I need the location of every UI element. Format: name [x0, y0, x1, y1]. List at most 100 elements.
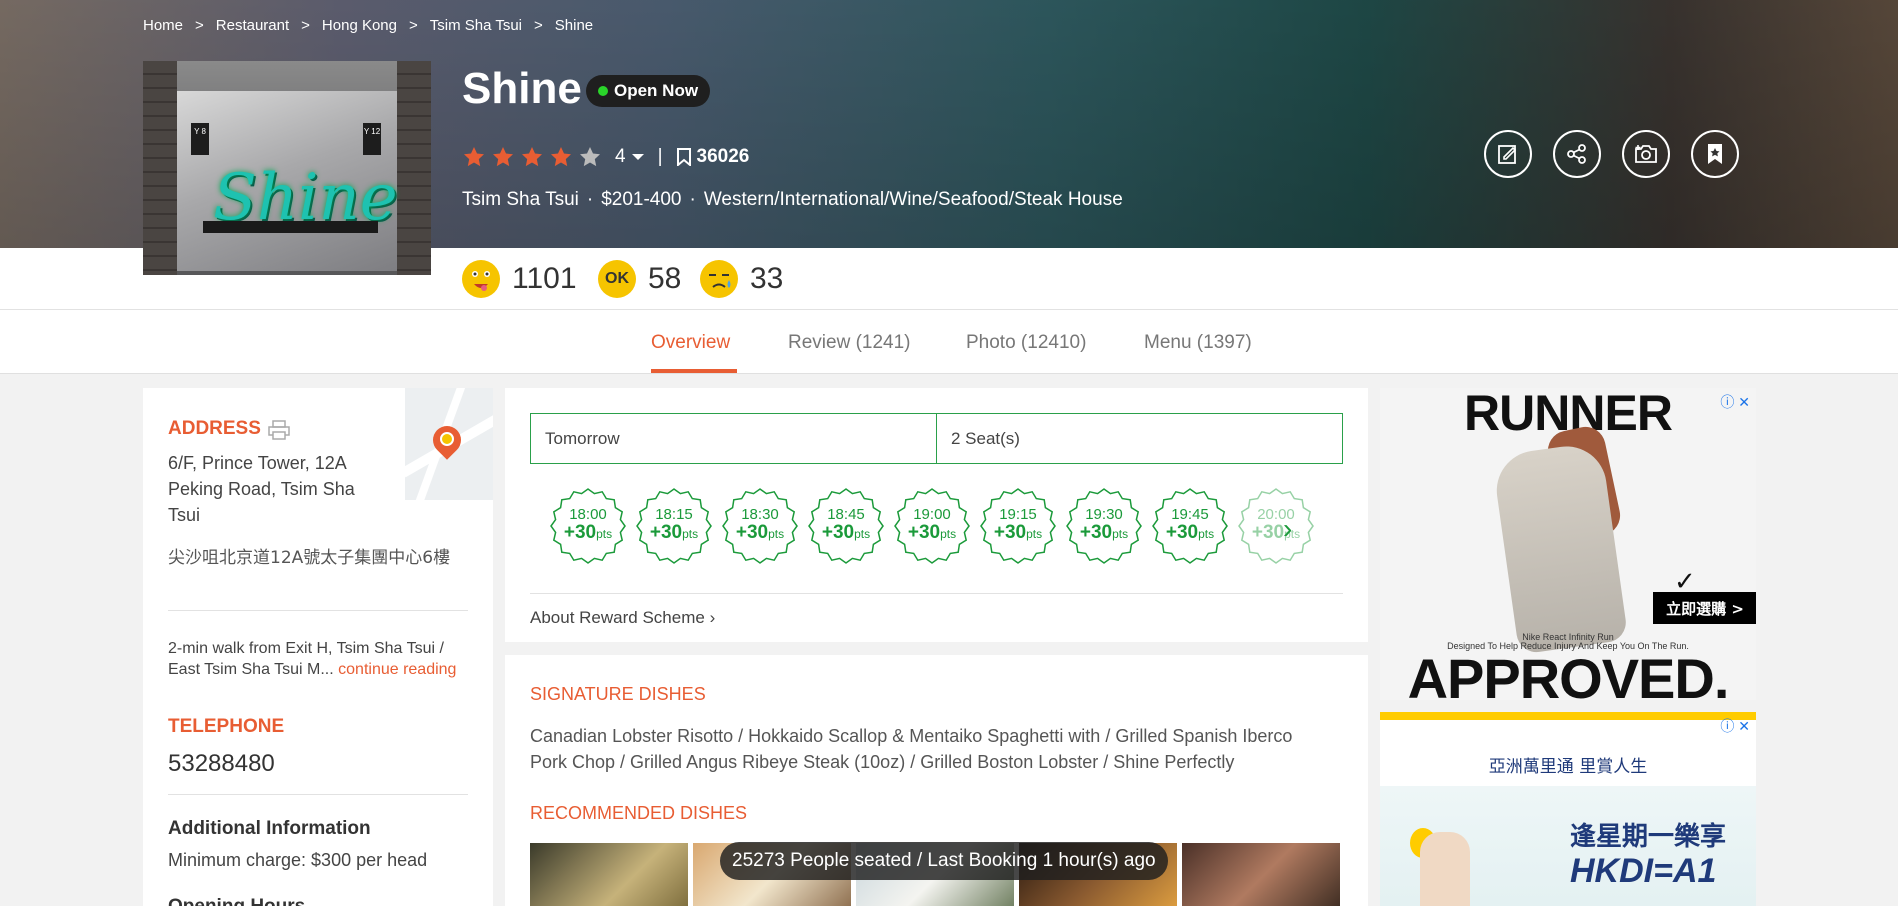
nike-ad[interactable]: RUNNER ✓ 立即選購 > Nike React Infinity Run … [1380, 388, 1756, 700]
ad-choices-icon[interactable]: ⓘ ✕ [1720, 392, 1750, 412]
asia-miles-ad[interactable]: ⓘ ✕ 亞洲萬里通 里賞人生 逢星期一樂享 HKDI=A1 [1380, 712, 1756, 906]
slot-points-unit: pts [596, 527, 613, 541]
slot-points-unit: pts [1026, 527, 1043, 541]
slot-time: 18:30 [741, 506, 779, 523]
slot-time: 19:00 [913, 506, 951, 523]
ad-choices-icon[interactable]: ⓘ ✕ [1720, 716, 1750, 736]
active-tab-indicator [651, 369, 737, 373]
reaction-smile-count: 1101 [512, 262, 577, 295]
divider [168, 794, 468, 795]
meta-cuisine[interactable]: Western/International/Wine/Seafood/Steak… [704, 189, 1123, 211]
reaction-smile[interactable]: 1101 [462, 260, 577, 298]
slot-points-value: +30 [735, 522, 769, 543]
address-label: ADDRESS [168, 418, 261, 439]
continue-reading-link[interactable]: continue reading [338, 661, 456, 678]
slot-points-value: +30 [821, 522, 855, 543]
ad-promo-code: HKDI=A1 [1570, 852, 1717, 890]
breadcrumb-restaurant[interactable]: Restaurant [216, 17, 289, 34]
slot-points: +30pts [722, 523, 798, 544]
reaction-cry[interactable]: 33 [700, 260, 783, 298]
next-slots-arrow-icon[interactable]: › [1283, 513, 1292, 545]
photo-wall [397, 61, 431, 275]
bookmark-icon [1708, 144, 1722, 164]
slot-points-value: +30 [1079, 522, 1113, 543]
tab-menu[interactable]: Menu (1397) [1144, 332, 1252, 354]
slot-time: 19:45 [1171, 506, 1209, 523]
time-slot-button[interactable]: 19:00 +30pts [894, 488, 970, 564]
map-thumbnail[interactable] [405, 388, 493, 500]
slot-time: 18:00 [569, 506, 607, 523]
slot-points: +30pts [980, 523, 1056, 544]
bookmark-icon [676, 148, 691, 166]
divider [530, 593, 1343, 594]
ad-promo-text: 逢星期一樂享 [1570, 822, 1727, 852]
time-slot-button[interactable]: 18:15 +30pts [636, 488, 712, 564]
slot-points: +30pts [894, 523, 970, 544]
upload-photo-button[interactable] [1622, 130, 1670, 178]
meta-price[interactable]: $201-400 [601, 189, 681, 211]
rating-divider: | [657, 146, 663, 167]
restaurant-photo[interactable]: Y 8 Y 12 Shine [143, 61, 431, 275]
ad-cta-button[interactable]: 立即選購 > [1653, 592, 1756, 624]
booking-panel: Tomorrow 2 Seat(s) 18:00 +30pts 18:15 +30pt… [505, 388, 1368, 642]
meta-district[interactable]: Tsim Sha Tsui [462, 189, 579, 211]
star-filled-icon [551, 147, 571, 167]
star-filled-icon [493, 147, 513, 167]
slot-points-value: +30 [907, 522, 941, 543]
write-review-button[interactable] [1484, 130, 1532, 178]
seat-select[interactable]: 2 Seat(s) [936, 414, 1342, 463]
breadcrumb-home[interactable]: Home [143, 17, 183, 34]
person-illustration [1420, 832, 1470, 906]
slot-points-value: +30 [563, 522, 597, 543]
edit-icon [1498, 145, 1517, 164]
time-slot-button[interactable]: 18:30 +30pts [722, 488, 798, 564]
address-chinese: 尖沙咀北京道12A號太子集團中心6樓 [168, 548, 451, 568]
photo-wall [143, 61, 177, 275]
info-sidebar: ADDRESS 6/F, Prince Tower, 12A Peking Ro… [143, 388, 493, 906]
slot-points: +30pts [808, 523, 884, 544]
tab-overview[interactable]: Overview [651, 332, 730, 354]
time-slot-button[interactable]: 19:45 +30pts [1152, 488, 1228, 564]
share-button[interactable] [1553, 130, 1601, 178]
breadcrumb-separator: > [301, 17, 310, 34]
bookmark-button[interactable] [1691, 130, 1739, 178]
time-slot-button[interactable]: 19:15 +30pts [980, 488, 1056, 564]
tab-review[interactable]: Review (1241) [788, 332, 911, 354]
ad-brand: 亞洲萬里通 里賞人生 [1488, 757, 1648, 777]
slot-points-unit: pts [1198, 527, 1215, 541]
slot-points-unit: pts [768, 527, 785, 541]
reaction-cry-count: 33 [750, 262, 784, 295]
status-dot-icon [598, 86, 608, 96]
dish-photo[interactable] [530, 843, 688, 906]
time-slot-button[interactable]: 18:45 +30pts [808, 488, 884, 564]
slot-time: 20:00 [1257, 506, 1295, 523]
opening-hours-label: Opening Hours [168, 896, 305, 906]
reaction-ok[interactable]: OK 58 [598, 260, 681, 298]
telephone-number[interactable]: 53288480 [168, 750, 275, 778]
time-slot-button[interactable]: 18:00 +30pts [550, 488, 626, 564]
time-slot-button[interactable]: 19:30 +30pts [1066, 488, 1142, 564]
tab-photo[interactable]: Photo (12410) [966, 332, 1086, 354]
slot-time: 19:15 [999, 506, 1037, 523]
reward-scheme-link[interactable]: About Reward Scheme › [530, 608, 715, 628]
rating-row: 4 | 36026 [462, 145, 749, 169]
date-select[interactable]: Tomorrow [531, 414, 936, 463]
ad-stripe [1380, 712, 1756, 720]
additional-info-label: Additional Information [168, 818, 371, 839]
rating-stars [462, 145, 607, 169]
breadcrumb-city[interactable]: Hong Kong [322, 17, 397, 34]
ok-face-label: OK [605, 270, 629, 287]
slot-points-unit: pts [682, 527, 699, 541]
slot-points-value: +30 [1251, 522, 1285, 543]
rating-score[interactable]: 4 [615, 146, 626, 168]
slot-points: +30pts [550, 523, 626, 544]
share-icon [1567, 144, 1586, 164]
chevron-down-icon[interactable] [631, 154, 644, 160]
slot-points: +30pts [1066, 523, 1142, 544]
time-slot-button[interactable]: 20:00 +30pts [1238, 488, 1314, 564]
breadcrumb-district[interactable]: Tsim Sha Tsui [430, 17, 522, 34]
reward-scheme-text: About Reward Scheme [530, 608, 705, 627]
dish-photo[interactable] [1182, 843, 1340, 906]
print-icon[interactable] [267, 420, 291, 440]
action-buttons [1484, 130, 1760, 178]
